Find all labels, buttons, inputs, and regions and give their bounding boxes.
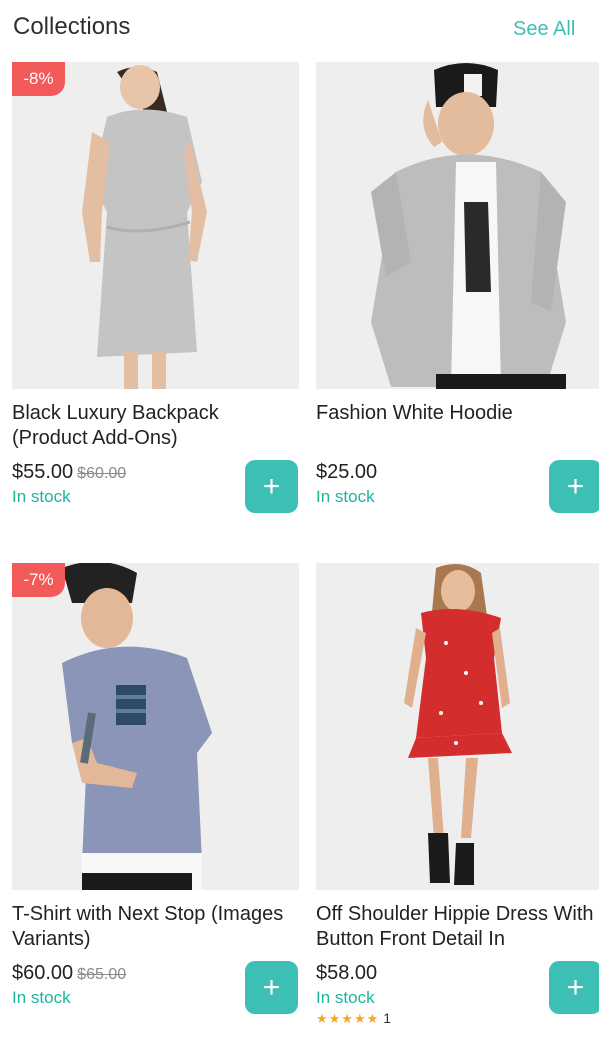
stock-status: In stock (12, 988, 71, 1007)
discount-badge: -7% (12, 563, 65, 597)
add-to-cart-button[interactable]: + (245, 460, 298, 513)
rating-count: 1 (383, 1010, 392, 1026)
product-name[interactable]: Fashion White Hoodie (316, 401, 599, 426)
discount-badge: -8% (12, 62, 65, 96)
current-price: $25.00 (316, 461, 378, 483)
current-price: $58.00 (316, 962, 378, 984)
product-price: $25.00 (316, 461, 377, 484)
product-rating: ★★★★★ 1 (316, 1010, 391, 1027)
add-to-cart-button[interactable]: + (549, 961, 599, 1014)
product-price: $55.00 $60.00 (12, 461, 126, 484)
collections-screen: Collections See All -8% Black Luxury Bac… (0, 0, 599, 1039)
add-to-cart-button[interactable]: + (549, 460, 599, 513)
product-price: $58.00 (316, 962, 377, 985)
current-price: $55.00 (12, 461, 74, 483)
product-name[interactable]: Black Luxury Backpack (Product Add-Ons) (12, 401, 299, 451)
add-to-cart-button[interactable]: + (245, 961, 298, 1014)
product-image[interactable]: -8% (12, 62, 299, 389)
product-name[interactable]: Off Shoulder Hippie Dress With Button Fr… (316, 902, 599, 952)
see-all-link[interactable]: See All (513, 18, 575, 41)
section-title: Collections (13, 13, 131, 40)
product-image[interactable] (316, 62, 599, 389)
stock-status: In stock (316, 487, 375, 506)
current-price: $60.00 (12, 962, 74, 984)
product-image[interactable]: -7% (12, 563, 299, 890)
product-price: $60.00 $65.00 (12, 962, 126, 985)
old-price: $60.00 (77, 465, 127, 482)
stock-status: In stock (12, 487, 71, 506)
collections-header: Collections See All (0, 0, 599, 58)
product-image[interactable] (316, 563, 599, 890)
product-name[interactable]: T-Shirt with Next Stop (Images Variants) (12, 902, 299, 952)
old-price: $65.00 (77, 966, 127, 983)
star-icon: ★★★★★ (316, 1011, 380, 1026)
stock-status: In stock (316, 988, 375, 1007)
